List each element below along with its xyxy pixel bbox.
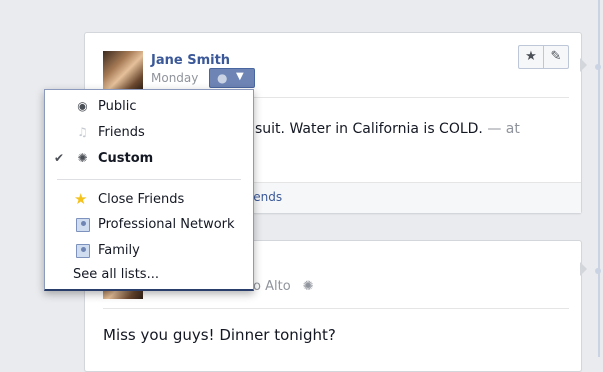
menu-item-custom[interactable]: ✔ ✺ Custom (45, 148, 253, 170)
menu-item-label: Family (98, 243, 140, 258)
post-location-prefix: — at (487, 121, 520, 137)
audience-menu: ◉ Public ♫ Friends ✔ ✺ Custom ★ Close Fr… (44, 89, 254, 291)
post-location[interactable]: o Alto ✺ (253, 279, 314, 294)
timeline-dot (595, 64, 601, 70)
post-body: Miss you guys! Dinner tonight? (103, 326, 336, 344)
star-list-icon: ★ (74, 190, 88, 208)
gear-icon: ✺ (302, 279, 314, 294)
caret-down-icon: ▼ (236, 71, 244, 82)
menu-item-label: Friends (98, 125, 145, 140)
avatar[interactable] (103, 51, 143, 91)
timeline-spine (598, 0, 600, 357)
card-pointer (580, 58, 587, 72)
menu-item-label: Close Friends (98, 192, 185, 207)
friends-icon: ♫ (77, 125, 88, 139)
menu-item-professional-network[interactable]: Professional Network (45, 214, 253, 236)
gear-icon: ✺ (77, 151, 88, 165)
menu-item-friends[interactable]: ♫ Friends (45, 122, 253, 144)
menu-item-see-all-lists[interactable]: See all lists... (45, 264, 253, 286)
menu-item-label: Professional Network (98, 217, 235, 232)
post-date[interactable]: Monday (151, 71, 198, 85)
person-list-icon (76, 218, 90, 232)
location-text: o Alto (253, 279, 291, 294)
star-icon[interactable]: ★ (519, 46, 543, 68)
timeline-dot (595, 268, 601, 274)
menu-item-close-friends[interactable]: ★ Close Friends (45, 189, 253, 211)
post-text: suit. Water in California is COLD. (255, 121, 483, 137)
edit-icon[interactable]: ✎ (543, 46, 568, 68)
menu-divider (57, 179, 241, 180)
divider (103, 308, 569, 309)
audience-selector-button[interactable]: ● ▼ (209, 68, 255, 88)
post-body: suit. Water in California is COLD. — at (255, 121, 520, 137)
menu-item-family[interactable]: Family (45, 240, 253, 262)
gear-icon: ● (217, 71, 228, 85)
story-actions: ★ ✎ (518, 45, 569, 69)
checkmark-icon: ✔ (54, 151, 65, 165)
card-pointer (580, 262, 587, 276)
menu-item-label: Custom (98, 151, 154, 166)
author-name[interactable]: Jane Smith (151, 53, 230, 68)
menu-item-public[interactable]: ◉ Public (45, 96, 253, 118)
person-list-icon (76, 244, 90, 258)
menu-item-label: Public (98, 99, 137, 114)
menu-item-label: See all lists... (73, 267, 159, 282)
globe-icon: ◉ (77, 99, 88, 113)
